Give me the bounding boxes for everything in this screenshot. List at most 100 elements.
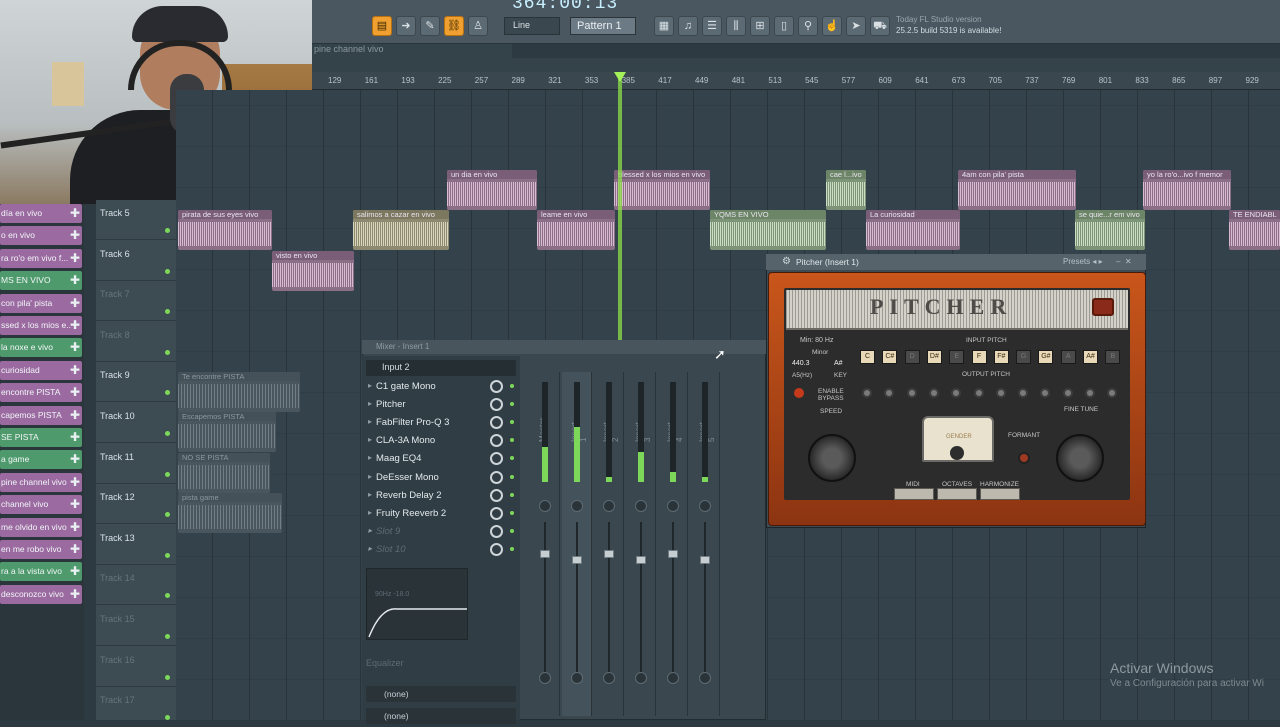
track-header[interactable]: Track 5 xyxy=(96,200,176,240)
slot-enable-led-icon[interactable] xyxy=(510,474,514,479)
expand-arrow-icon[interactable]: ▸ xyxy=(368,508,372,517)
timeline-ruler[interactable]: 129 161 193 225 257 289 321 353 385 417 449 481 513 5… xyxy=(312,72,1280,90)
picker-item[interactable]: ssed x los mios e.. ✚ xyxy=(0,316,82,335)
ruler-overview[interactable] xyxy=(312,58,1280,72)
stamp-icon[interactable]: ♙ xyxy=(468,16,488,36)
mixer-strip[interactable]: Insert 3 xyxy=(626,372,656,716)
slot-mix-knob[interactable] xyxy=(490,434,503,448)
stereo-sep-knob[interactable] xyxy=(667,672,679,684)
track-led-icon[interactable] xyxy=(165,552,170,558)
track-header[interactable]: Track 15 xyxy=(96,606,176,646)
note-key-a[interactable]: A xyxy=(1060,350,1076,364)
slot-mix-knob[interactable] xyxy=(490,488,503,502)
track-led-icon[interactable] xyxy=(165,431,170,436)
gender-knob[interactable] xyxy=(950,446,964,460)
slot-mix-knob[interactable] xyxy=(490,524,503,538)
slot-enable-led-icon[interactable] xyxy=(510,456,514,461)
picker-item[interactable]: en me robo vivo ✚ xyxy=(0,540,82,559)
min-freq[interactable]: Min: 80 Hz xyxy=(800,337,833,344)
stereo-sep-knob[interactable] xyxy=(699,672,711,684)
clip-4am[interactable]: 4am con pila' pista xyxy=(958,170,1076,210)
expand-arrow-icon[interactable]: ▸ xyxy=(368,472,372,481)
volume-fader[interactable] xyxy=(636,556,646,564)
slot-mix-knob[interactable] xyxy=(490,542,503,556)
expand-arrow-icon[interactable]: ▸ xyxy=(368,453,372,462)
track-header[interactable]: Track 6 xyxy=(96,241,176,281)
expand-arrow-icon[interactable]: ▸ xyxy=(368,399,372,408)
slot-enable-led-icon[interactable] xyxy=(510,546,514,551)
expand-arrow-icon[interactable]: ▸ xyxy=(368,544,372,553)
output-pitch-knob[interactable] xyxy=(1062,388,1073,398)
picker-item[interactable]: curiosidad ✚ xyxy=(0,360,82,380)
track-led-icon[interactable] xyxy=(165,593,170,599)
clip-cae[interactable]: cae l...ivo xyxy=(826,170,866,210)
add-clip-icon[interactable]: ✚ xyxy=(70,585,80,604)
draw-icon[interactable]: ✎ xyxy=(420,16,440,36)
add-clip-icon[interactable]: ✚ xyxy=(70,361,80,380)
track-header[interactable]: Track 17 xyxy=(96,687,176,727)
picker-item[interactable]: MS EN VIVO ✚ xyxy=(0,271,82,291)
track-led-icon[interactable] xyxy=(165,471,170,477)
insert-slot[interactable]: ▸ Slot 9 xyxy=(366,523,516,540)
mixer-strip[interactable]: Insert 2 xyxy=(594,372,624,716)
expand-arrow-icon[interactable]: ▸ xyxy=(368,435,372,444)
picker-item[interactable]: pine channel vivo ✚ xyxy=(0,472,82,492)
clip-yo-la-roo[interactable]: yo la ro'o...ivo f memor xyxy=(1143,170,1231,210)
scale-select[interactable]: Minor xyxy=(812,349,828,356)
mode-harmonize-button[interactable] xyxy=(980,488,1020,500)
snap-select[interactable]: Line xyxy=(504,17,560,35)
volume-fader[interactable] xyxy=(540,550,550,558)
note-key-f[interactable]: F xyxy=(971,350,987,364)
clip-pista-game[interactable]: pista game xyxy=(178,493,282,533)
slot-mix-knob[interactable] xyxy=(490,452,503,466)
insert-slot[interactable]: ▸ Pitcher xyxy=(366,396,516,413)
volume-fader[interactable] xyxy=(668,550,678,558)
track-led-icon[interactable] xyxy=(165,512,170,518)
gear-icon[interactable]: ⚙ xyxy=(782,256,791,267)
mixer-icon[interactable]: ⫼ xyxy=(726,16,746,36)
track-led-icon[interactable] xyxy=(165,390,170,396)
picker-item[interactable]: encontre PISTA ✚ xyxy=(0,383,82,403)
stereo-sep-knob[interactable] xyxy=(539,672,551,684)
note-key-f-sharp[interactable]: F# xyxy=(993,350,1009,364)
track-header[interactable]: Track 7 xyxy=(96,281,176,322)
volume-fader[interactable] xyxy=(604,550,614,558)
track-led-icon[interactable] xyxy=(165,268,170,274)
track-led-icon[interactable] xyxy=(165,349,170,355)
pattern-selector[interactable]: Pattern 1 xyxy=(570,17,636,35)
add-clip-icon[interactable]: ✚ xyxy=(70,518,80,537)
insert-slot[interactable]: ▸ C1 gate Mono xyxy=(366,378,516,395)
add-clip-icon[interactable]: ✚ xyxy=(70,428,80,447)
expand-arrow-icon[interactable]: ▸ xyxy=(368,417,372,426)
track-header[interactable]: Track 8 xyxy=(96,322,176,362)
send-select-1[interactable]: (none) xyxy=(366,686,516,702)
clip-te-endiabl[interactable]: TE ENDIABL xyxy=(1229,210,1280,250)
slot-enable-led-icon[interactable] xyxy=(510,438,514,443)
clip-no-se[interactable]: NO SE PISTA xyxy=(178,453,270,493)
note-key-d-sharp[interactable]: D# xyxy=(926,350,942,364)
track-header[interactable]: Track 9 xyxy=(96,362,176,403)
eq-graph[interactable]: 90Hz -18.0 xyxy=(366,568,468,640)
output-pitch-knob[interactable] xyxy=(1085,388,1095,398)
mixer-strip[interactable]: Master xyxy=(530,372,560,716)
track-header[interactable]: Track 10 xyxy=(96,403,176,443)
clip-pirata[interactable]: pirata de sus eyes vivo xyxy=(178,210,272,250)
track-led-icon[interactable] xyxy=(165,228,170,233)
stereo-sep-knob[interactable] xyxy=(571,672,583,684)
plugin-picker-icon[interactable]: ⚲ xyxy=(798,16,818,36)
note-key-g-sharp[interactable]: G# xyxy=(1038,350,1054,364)
pan-knob[interactable] xyxy=(603,500,615,512)
link-icon[interactable]: ⛓ xyxy=(444,16,464,36)
plugin-icon[interactable]: ⊞ xyxy=(750,16,770,36)
add-clip-icon[interactable]: ✚ xyxy=(70,383,80,402)
browser-icon[interactable]: ▯ xyxy=(774,16,794,36)
formant-button[interactable] xyxy=(1018,452,1030,464)
clip-escapemos[interactable]: Escapemos PISTA xyxy=(178,412,276,452)
slot-enable-led-icon[interactable] xyxy=(510,402,514,407)
track-header[interactable]: Track 12 xyxy=(96,484,176,525)
track-header[interactable]: Track 14 xyxy=(96,565,176,606)
add-clip-icon[interactable]: ✚ xyxy=(70,473,80,492)
expand-arrow-icon[interactable]: ▸ xyxy=(368,490,372,499)
add-clip-icon[interactable]: ✚ xyxy=(70,450,80,469)
note-key-a-sharp[interactable]: A# xyxy=(1083,350,1098,364)
